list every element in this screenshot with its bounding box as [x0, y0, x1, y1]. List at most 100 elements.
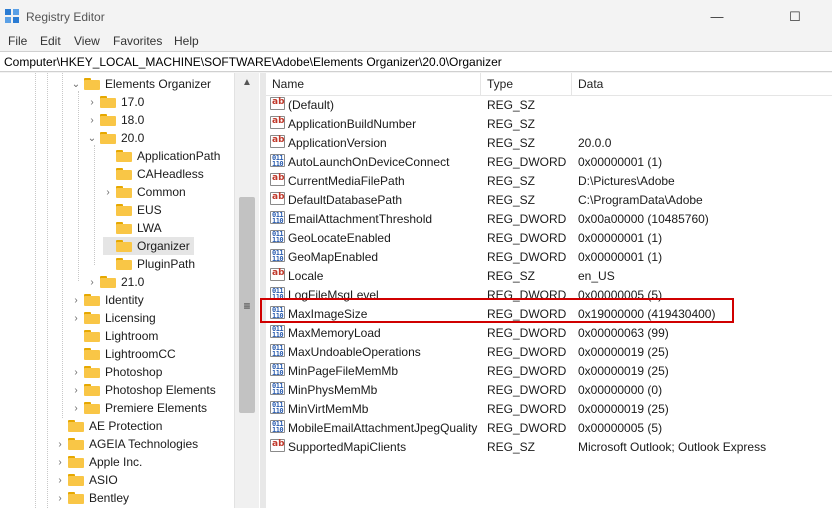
value-row[interactable]: 011 110 EmailAttachmentThreshold REG_DWORD…	[266, 209, 832, 228]
chevron-right-icon[interactable]: ›	[55, 493, 65, 504]
value-data: C:\ProgramData\Adobe	[578, 193, 703, 207]
maximize-button[interactable]: ☐	[772, 0, 818, 33]
value-name: ApplicationVersion	[288, 136, 387, 150]
chevron-right-icon[interactable]: ›	[55, 475, 65, 486]
tree-item[interactable]: LWA	[103, 219, 166, 237]
chevron-right-icon[interactable]: ›	[55, 457, 65, 468]
tree-item[interactable]: › Licensing	[71, 309, 160, 327]
tree-item[interactable]: › Bentley	[55, 489, 133, 507]
tree-item[interactable]: › ASIO	[55, 471, 122, 489]
folder-icon	[116, 150, 132, 162]
menu-help[interactable]: Help	[174, 34, 199, 48]
registry-editor-app-icon	[5, 9, 19, 23]
menu-favorites[interactable]: Favorites	[113, 34, 162, 48]
value-row[interactable]: ab CurrentMediaFilePath REG_SZ D:\Pictures\…	[266, 171, 832, 190]
chevron-right-icon[interactable]: ›	[71, 313, 81, 324]
chevron-right-icon[interactable]: ›	[71, 367, 81, 378]
chevron-down-icon[interactable]: ⌄	[87, 133, 97, 144]
folder-icon	[84, 402, 100, 414]
value-type: REG_SZ	[487, 98, 536, 112]
tree-item[interactable]: › Photoshop	[71, 363, 166, 381]
scroll-up-arrow-icon[interactable]: ▲	[235, 77, 259, 93]
tree-item[interactable]: › Identity	[71, 291, 148, 309]
minimize-button[interactable]: —	[694, 0, 740, 33]
chevron-right-icon[interactable]: ›	[87, 115, 97, 126]
value-row[interactable]: 011 110 GeoMapEnabled REG_DWORD 0x00000001 …	[266, 247, 832, 266]
column-header-name[interactable]: Name	[272, 77, 304, 91]
value-row[interactable]: 011 110 MobileEmailAttachmentJpegQuality R…	[266, 418, 832, 437]
tree-item[interactable]: › Apple Inc.	[55, 453, 146, 471]
chevron-right-icon[interactable]: ›	[55, 439, 65, 450]
tree-item[interactable]: LightroomCC	[71, 345, 180, 363]
value-name: GeoLocateEnabled	[288, 231, 391, 245]
column-separator[interactable]	[571, 73, 572, 95]
tree-item[interactable]: ApplicationPath	[103, 147, 224, 165]
value-type: REG_DWORD	[487, 421, 567, 435]
value-name: MinPhysMemMb	[288, 383, 378, 397]
value-row[interactable]: 011 110 AutoLaunchOnDeviceConnect REG_DWOR…	[266, 152, 832, 171]
binary-value-icon: 011 110	[270, 230, 285, 244]
tree-item[interactable]: › Common	[103, 183, 190, 201]
value-data: 0x00000019 (25)	[578, 364, 669, 378]
address-bar[interactable]: Computer\HKEY_LOCAL_MACHINE\SOFTWARE\Ado…	[0, 51, 832, 72]
value-row[interactable]: 011 110 GeoLocateEnabled REG_DWORD 0x000000…	[266, 228, 832, 247]
tree-item[interactable]: Organizer	[103, 237, 194, 255]
tree-item[interactable]: › AGEIA Technologies	[55, 435, 202, 453]
column-header-type[interactable]: Type	[487, 77, 513, 91]
string-value-icon: ab	[270, 192, 285, 205]
value-row[interactable]: 011 110 MaxMemoryLoad REG_DWORD 0x00000063 …	[266, 323, 832, 342]
value-row[interactable]: 011 110 LogFileMsgLevel REG_DWORD 0x0000000…	[266, 285, 832, 304]
tree-item-label: Identity	[105, 293, 144, 307]
folder-icon	[84, 312, 100, 324]
value-row[interactable]: ab ApplicationBuildNumber REG_SZ	[266, 114, 832, 133]
registry-tree[interactable]: ⌄ Elements Organizer › 17.0 › 18.0 ⌄ 20.0 Applic…	[0, 73, 260, 508]
tree-item[interactable]: › Photoshop Elements	[71, 381, 220, 399]
tree-item-label: Photoshop	[105, 365, 163, 379]
chevron-right-icon[interactable]: ›	[87, 277, 97, 288]
tree-item[interactable]: › 17.0	[87, 93, 148, 111]
chevron-right-icon[interactable]: ›	[87, 97, 97, 108]
tree-guide-line	[47, 73, 48, 508]
value-row[interactable]: ab (Default) REG_SZ	[266, 95, 832, 114]
value-row[interactable]: 011 110 MinPageFileMemMb REG_DWORD 0x000000…	[266, 361, 832, 380]
value-type: REG_DWORD	[487, 383, 567, 397]
tree-item-label: Photoshop Elements	[105, 383, 216, 397]
menu-file[interactable]: File	[8, 34, 27, 48]
value-row[interactable]: ab SupportedMapiClients REG_SZ Microsoft Ou…	[266, 437, 832, 456]
folder-icon	[116, 186, 132, 198]
value-row[interactable]: ab ApplicationVersion REG_SZ 20.0.0	[266, 133, 832, 152]
chevron-right-icon[interactable]: ›	[71, 295, 81, 306]
column-header-data[interactable]: Data	[578, 77, 603, 91]
value-row[interactable]: 011 110 MaxImageSize REG_DWORD 0x19000000 (…	[266, 304, 832, 323]
tree-item[interactable]: › 18.0	[87, 111, 148, 129]
tree-scrollbar[interactable]: ▲ ≡	[234, 73, 259, 508]
tree-item[interactable]: PluginPath	[103, 255, 199, 273]
chevron-right-icon[interactable]: ›	[71, 403, 81, 414]
tree-item[interactable]: › 21.0	[87, 273, 148, 291]
tree-item[interactable]: › Premiere Elements	[71, 399, 211, 417]
tree-item[interactable]: EUS	[103, 201, 166, 219]
value-row[interactable]: ab Locale REG_SZ en_US	[266, 266, 832, 285]
tree-item[interactable]: Lightroom	[71, 327, 162, 345]
column-separator[interactable]	[480, 73, 481, 95]
value-row[interactable]: 011 110 MinVirtMemMb REG_DWORD 0x00000019 (…	[266, 399, 832, 418]
value-data: 0x00000019 (25)	[578, 345, 669, 359]
chevron-right-icon[interactable]: ›	[103, 187, 113, 198]
tree-item[interactable]: AE Protection	[55, 417, 166, 435]
value-data: 0x00000063 (99)	[578, 326, 669, 340]
chevron-down-icon[interactable]: ⌄	[71, 79, 81, 90]
value-row[interactable]: 011 110 MinPhysMemMb REG_DWORD 0x00000000 (…	[266, 380, 832, 399]
menu-view[interactable]: View	[74, 34, 100, 48]
tree-item-label: Licensing	[105, 311, 156, 325]
tree-item[interactable]: ⌄ 20.0	[87, 129, 148, 147]
tree-item[interactable]: ⌄ Elements Organizer	[71, 75, 215, 93]
menu-edit[interactable]: Edit	[40, 34, 61, 48]
value-type: REG_DWORD	[487, 231, 567, 245]
chevron-right-icon[interactable]: ›	[71, 385, 81, 396]
value-row[interactable]: ab DefaultDatabasePath REG_SZ C:\ProgramDat…	[266, 190, 832, 209]
value-type: REG_SZ	[487, 193, 536, 207]
value-row[interactable]: 011 110 MaxUndoableOperations REG_DWORD 0x0…	[266, 342, 832, 361]
values-list[interactable]: Name Type Data ab (Default) REG_SZ ab Applic…	[266, 73, 832, 508]
tree-item[interactable]: CAHeadless	[103, 165, 208, 183]
list-header: Name Type Data	[266, 73, 832, 96]
